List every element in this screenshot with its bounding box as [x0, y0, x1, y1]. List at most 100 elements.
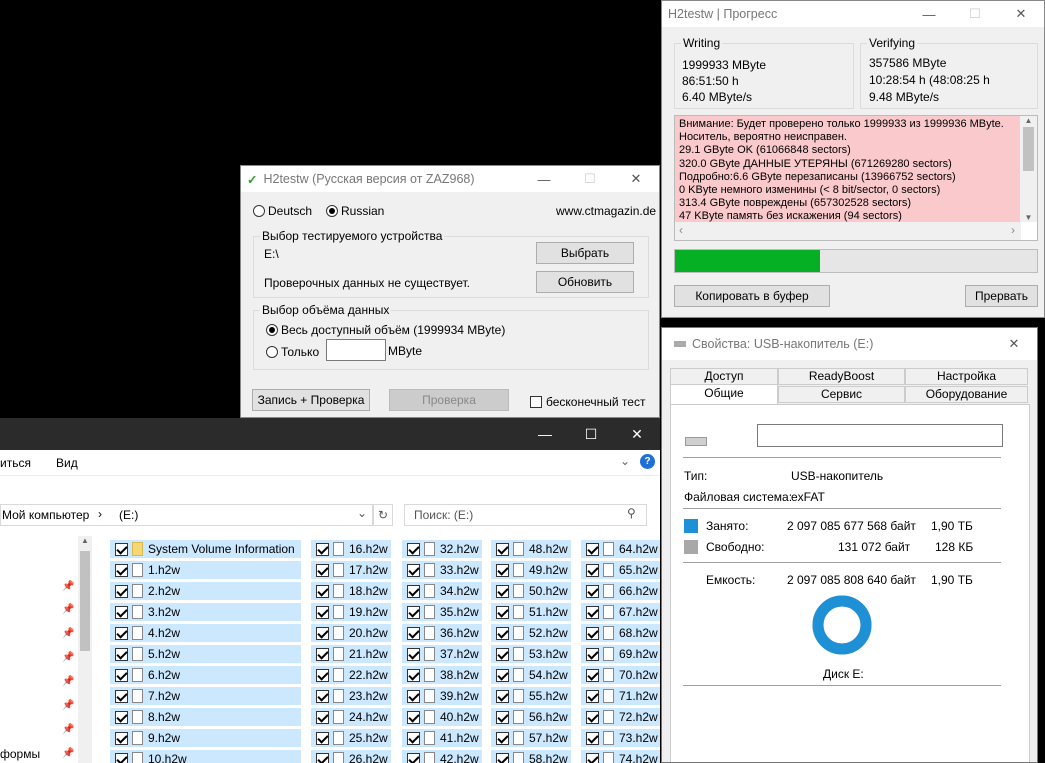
refresh-icon[interactable]: ↻ — [373, 504, 393, 526]
minimize-icon[interactable]: — — [906, 1, 952, 27]
file-item[interactable]: 24.h2w — [311, 708, 391, 726]
file-item[interactable]: 48.h2w — [491, 540, 571, 558]
close-icon[interactable]: ✕ — [998, 1, 1044, 27]
ctmagazin-link[interactable]: www.ctmagazin.de — [556, 204, 656, 218]
address-bar[interactable]: Мой компьютер › (E:) ⌄ — [0, 504, 373, 526]
checkbox-checked-icon[interactable] — [407, 605, 420, 619]
file-item[interactable]: 52.h2w — [491, 624, 571, 642]
checkbox-checked-icon[interactable] — [407, 542, 420, 556]
tab-service[interactable]: Сервис — [778, 386, 905, 403]
file-item[interactable]: 72.h2w — [581, 708, 660, 726]
refresh-button[interactable]: Обновить — [536, 271, 634, 293]
file-item[interactable]: 35.h2w — [402, 603, 482, 621]
file-item[interactable]: 4.h2w — [110, 624, 301, 642]
lang-deutsch-radio[interactable]: Deutsch — [253, 204, 312, 218]
close-icon[interactable]: ✕ — [991, 328, 1037, 360]
checkbox-checked-icon[interactable] — [316, 584, 329, 598]
pin-icon[interactable]: 📌 — [62, 604, 74, 615]
maximize-icon[interactable]: ☐ — [567, 166, 613, 192]
checkbox-checked-icon[interactable] — [586, 605, 599, 619]
verify-button[interactable]: Проверка — [389, 389, 509, 411]
checkbox-checked-icon[interactable] — [115, 626, 128, 640]
tab-readyboost[interactable]: ReadyBoost — [778, 368, 905, 385]
file-item[interactable]: 64.h2w — [581, 540, 660, 558]
file-item[interactable]: 40.h2w — [402, 708, 482, 726]
only-radio[interactable]: Только — [266, 345, 319, 359]
checkbox-checked-icon[interactable] — [316, 752, 329, 763]
scroll-thumb[interactable] — [1023, 127, 1034, 171]
scroll-up-icon[interactable]: ▲ — [1020, 116, 1037, 125]
scroll-right-icon[interactable]: › — [1011, 223, 1015, 237]
nav-scroll-thumb[interactable] — [80, 551, 90, 651]
checkbox-checked-icon[interactable] — [586, 752, 599, 763]
checkbox-checked-icon[interactable] — [115, 605, 128, 619]
checkbox-checked-icon[interactable] — [316, 647, 329, 661]
checkbox-checked-icon[interactable] — [115, 563, 128, 577]
checkbox-checked-icon[interactable] — [407, 584, 420, 598]
file-item[interactable]: 51.h2w — [491, 603, 571, 621]
file-item[interactable]: 58.h2w — [491, 750, 571, 763]
checkbox-checked-icon[interactable] — [316, 731, 329, 745]
checkbox-checked-icon[interactable] — [316, 605, 329, 619]
checkbox-checked-icon[interactable] — [115, 668, 128, 682]
pin-icon[interactable]: 📌 — [62, 700, 74, 711]
checkbox-checked-icon[interactable] — [496, 563, 509, 577]
close-icon[interactable]: ✕ — [613, 166, 659, 192]
checkbox-checked-icon[interactable] — [316, 563, 329, 577]
file-item[interactable]: 1.h2w — [110, 561, 301, 579]
checkbox-checked-icon[interactable] — [407, 689, 420, 703]
file-item[interactable]: 23.h2w — [311, 687, 391, 705]
lang-russian-radio[interactable]: Russian — [326, 204, 384, 218]
file-item[interactable]: 65.h2w — [581, 561, 660, 579]
file-item[interactable]: 25.h2w — [311, 729, 391, 747]
file-item[interactable]: 69.h2w — [581, 645, 660, 663]
scroll-left-icon[interactable]: ‹ — [679, 223, 683, 237]
file-item[interactable]: 5.h2w — [110, 645, 301, 663]
file-item[interactable]: 54.h2w — [491, 666, 571, 684]
file-item[interactable]: 37.h2w — [402, 645, 482, 663]
maximize-icon[interactable]: ☐ — [568, 426, 614, 443]
tab-settings[interactable]: Настройка — [905, 368, 1028, 385]
address-dropdown-icon[interactable]: ⌄ — [357, 506, 367, 520]
file-item[interactable]: 9.h2w — [110, 729, 301, 747]
file-item[interactable]: 71.h2w — [581, 687, 660, 705]
file-item[interactable]: 26.h2w — [311, 750, 391, 763]
file-item[interactable]: 41.h2w — [402, 729, 482, 747]
help-icon[interactable]: ? — [640, 454, 655, 469]
pin-icon[interactable]: 📌 — [62, 748, 74, 759]
checkbox-checked-icon[interactable] — [407, 710, 420, 724]
checkbox-checked-icon[interactable] — [115, 584, 128, 598]
checkbox-checked-icon[interactable] — [586, 647, 599, 661]
file-item[interactable]: 55.h2w — [491, 687, 571, 705]
checkbox-checked-icon[interactable] — [586, 542, 599, 556]
file-item[interactable]: 66.h2w — [581, 582, 660, 600]
file-item[interactable]: 33.h2w — [402, 561, 482, 579]
maximize-icon[interactable]: ☐ — [952, 1, 998, 27]
file-item[interactable]: 57.h2w — [491, 729, 571, 747]
write-verify-button[interactable]: Запись + Проверка — [252, 389, 370, 411]
checkbox-checked-icon[interactable] — [115, 542, 128, 556]
checkbox-checked-icon[interactable] — [407, 752, 420, 763]
checkbox-checked-icon[interactable] — [115, 710, 128, 724]
pin-icon[interactable]: 📌 — [62, 628, 74, 639]
file-item[interactable]: 67.h2w — [581, 603, 660, 621]
checkbox-checked-icon[interactable] — [496, 542, 509, 556]
checkbox-checked-icon[interactable] — [316, 542, 329, 556]
close-icon[interactable]: ✕ — [614, 426, 660, 443]
checkbox-checked-icon[interactable] — [115, 752, 128, 763]
file-item[interactable]: 7.h2w — [110, 687, 301, 705]
tab-hardware[interactable]: Оборудование — [905, 386, 1028, 403]
checkbox-checked-icon[interactable] — [496, 584, 509, 598]
checkbox-checked-icon[interactable] — [316, 710, 329, 724]
endless-test-checkbox[interactable]: бесконечный тест — [530, 395, 645, 409]
checkbox-checked-icon[interactable] — [586, 626, 599, 640]
checkbox-checked-icon[interactable] — [496, 731, 509, 745]
pin-icon[interactable]: 📌 — [62, 652, 74, 663]
file-item[interactable]: 21.h2w — [311, 645, 391, 663]
file-item[interactable]: 2.h2w — [110, 582, 301, 600]
file-item[interactable]: 18.h2w — [311, 582, 391, 600]
file-item[interactable]: 22.h2w — [311, 666, 391, 684]
checkbox-checked-icon[interactable] — [496, 668, 509, 682]
log-hscrollbar[interactable]: ‹ › — [675, 222, 1021, 240]
select-device-button[interactable]: Выбрать — [536, 242, 634, 264]
